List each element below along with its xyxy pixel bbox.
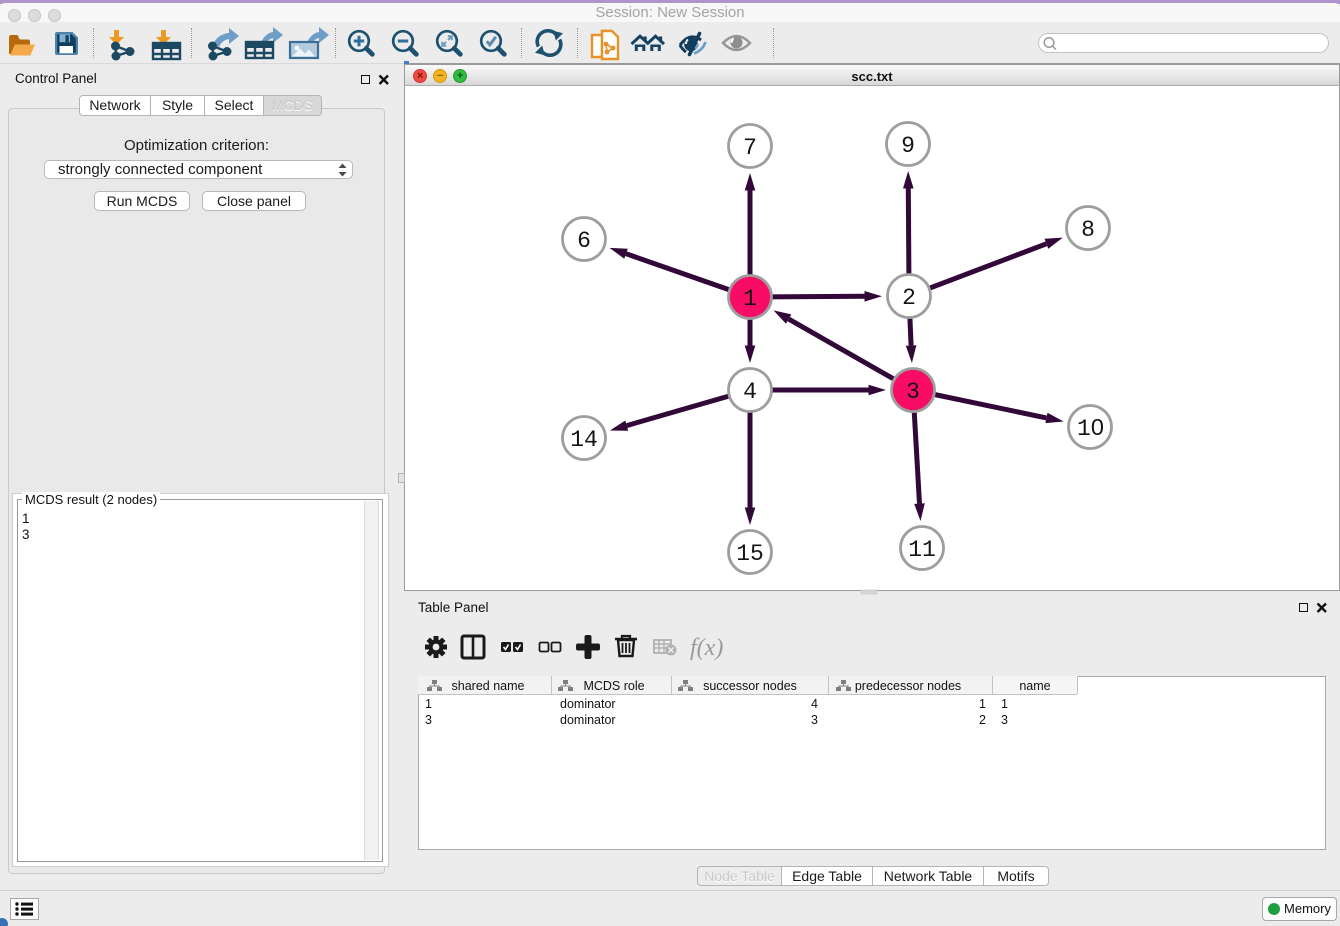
svg-text:14: 14 [570,427,598,453]
svg-text:4: 4 [811,697,818,711]
svg-text:9: 9 [901,133,915,159]
svg-text:6: 6 [577,228,591,254]
svg-text:1: 1 [1001,697,1008,711]
svg-text:1: 1 [979,697,986,711]
svg-text:1: 1 [425,697,432,711]
svg-text:dominator: dominator [560,697,616,711]
svg-text:2: 2 [979,713,986,727]
svg-text:8: 8 [1081,217,1095,243]
svg-text:MCDS role: MCDS role [583,679,644,693]
svg-text:predecessor nodes: predecessor nodes [855,679,961,693]
svg-text:4: 4 [743,379,757,405]
svg-text:shared name: shared name [452,679,525,693]
svg-text:1: 1 [743,286,757,312]
svg-text:name: name [1019,679,1050,693]
svg-text:15: 15 [736,541,764,567]
svg-text:11: 11 [908,537,936,563]
svg-text:3: 3 [906,379,920,405]
svg-text:3: 3 [811,713,818,727]
svg-text:successor nodes: successor nodes [703,679,797,693]
svg-text:3: 3 [1001,713,1008,727]
svg-text:f(x): f(x) [690,635,723,661]
svg-text:10: 10 [1077,414,1104,442]
svg-text:7: 7 [743,135,757,161]
svg-text:3: 3 [425,713,432,727]
svg-text:dominator: dominator [560,713,616,727]
svg-text:2: 2 [902,285,916,311]
